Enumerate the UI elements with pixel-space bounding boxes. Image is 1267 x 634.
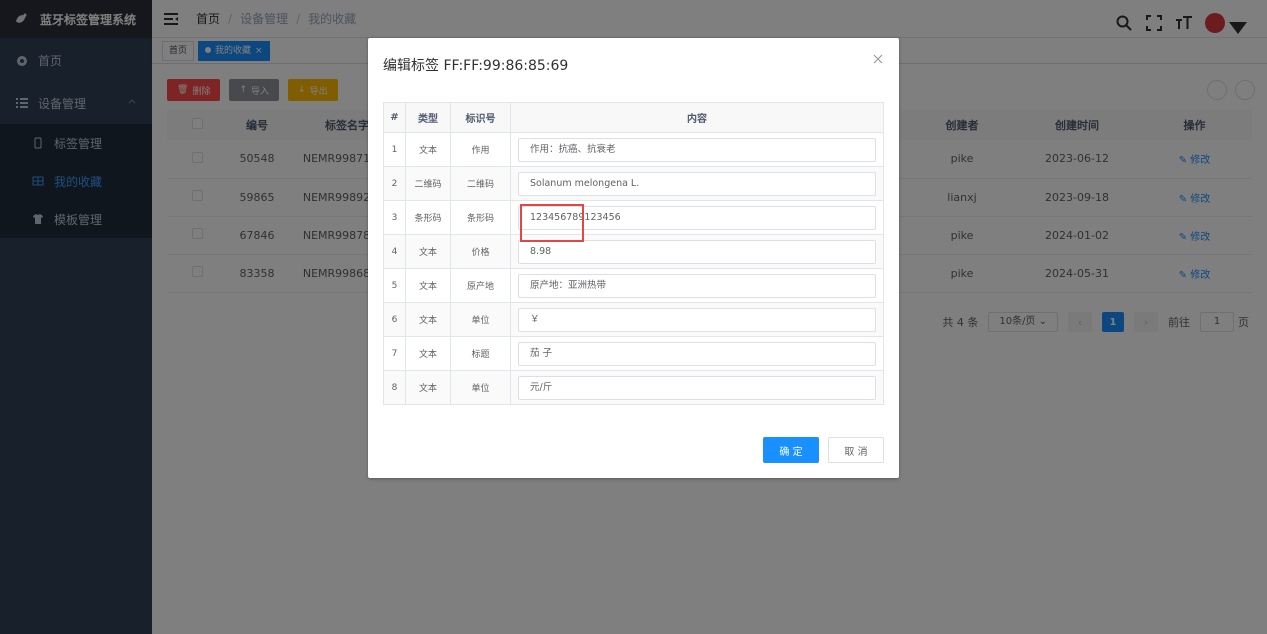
col-content: 内容	[510, 102, 884, 133]
cell-key: 标题	[450, 336, 511, 371]
cell-key: 单位	[450, 370, 511, 405]
table-row: 5 文本 原产地 原产地：亚洲热带	[383, 268, 884, 303]
col-no: #	[383, 102, 406, 133]
table-row: 4 文本 价格 8.98	[383, 234, 884, 269]
cell-no: 6	[383, 302, 406, 337]
cell-key: 作用	[450, 132, 511, 167]
close-icon[interactable]	[873, 54, 883, 64]
content-input[interactable]: Solanum melongena L.	[518, 171, 876, 196]
cell-type: 二维码	[405, 166, 451, 201]
tag-content-table: # 类型 标识号 内容 1 文本 作用 作用：抗癌、抗衰老 2 二维码 二维码 …	[383, 102, 884, 405]
cell-content: 作用：抗癌、抗衰老	[510, 132, 884, 167]
edit-tag-dialog: 编辑标签 FF:FF:99:86:85:69 # 类型 标识号 内容 1 文本 …	[368, 38, 899, 478]
cancel-button[interactable]: 取 消	[828, 437, 884, 463]
cell-content: 原产地：亚洲热带	[510, 268, 884, 303]
dialog-title: 编辑标签 FF:FF:99:86:85:69	[383, 58, 569, 74]
cell-type: 文本	[405, 132, 451, 167]
cell-no: 1	[383, 132, 406, 167]
cell-content: 123456789123456	[510, 200, 884, 235]
table-row: 6 文本 单位 ￥	[383, 302, 884, 337]
cell-no: 4	[383, 234, 406, 269]
cell-no: 5	[383, 268, 406, 303]
content-input[interactable]: 茄 子	[518, 341, 876, 366]
cell-content: 8.98	[510, 234, 884, 269]
content-input[interactable]: ￥	[518, 307, 876, 332]
table-header-row: # 类型 标识号 内容	[383, 102, 884, 133]
col-key: 标识号	[450, 102, 511, 133]
cell-type: 文本	[405, 268, 451, 303]
content-input[interactable]: 元/斤	[518, 375, 876, 400]
cell-no: 8	[383, 370, 406, 405]
cell-key: 二维码	[450, 166, 511, 201]
table-row: 7 文本 标题 茄 子	[383, 336, 884, 371]
cell-key: 单位	[450, 302, 511, 337]
cell-type: 文本	[405, 302, 451, 337]
content-input[interactable]: 作用：抗癌、抗衰老	[518, 137, 876, 162]
table-row: 3 条形码 条形码 123456789123456	[383, 200, 884, 235]
cell-key: 原产地	[450, 268, 511, 303]
confirm-button[interactable]: 确 定	[763, 437, 819, 463]
cell-type: 文本	[405, 370, 451, 405]
cell-content: Solanum melongena L.	[510, 166, 884, 201]
cell-content: 茄 子	[510, 336, 884, 371]
cell-no: 7	[383, 336, 406, 371]
content-input[interactable]: 原产地：亚洲热带	[518, 273, 876, 298]
cell-no: 3	[383, 200, 406, 235]
cell-key: 条形码	[450, 200, 511, 235]
cell-type: 条形码	[405, 200, 451, 235]
cell-no: 2	[383, 166, 406, 201]
cell-type: 文本	[405, 234, 451, 269]
table-row: 8 文本 单位 元/斤	[383, 370, 884, 405]
price-input[interactable]: 8.98	[518, 239, 876, 264]
cell-type: 文本	[405, 336, 451, 371]
table-row: 2 二维码 二维码 Solanum melongena L.	[383, 166, 884, 201]
dialog-footer: 确 定 取 消	[763, 437, 884, 463]
table-row: 1 文本 作用 作用：抗癌、抗衰老	[383, 132, 884, 167]
cell-content: ￥	[510, 302, 884, 337]
col-type: 类型	[405, 102, 451, 133]
cell-key: 价格	[450, 234, 511, 269]
content-input[interactable]: 123456789123456	[518, 205, 876, 230]
cell-content: 元/斤	[510, 370, 884, 405]
